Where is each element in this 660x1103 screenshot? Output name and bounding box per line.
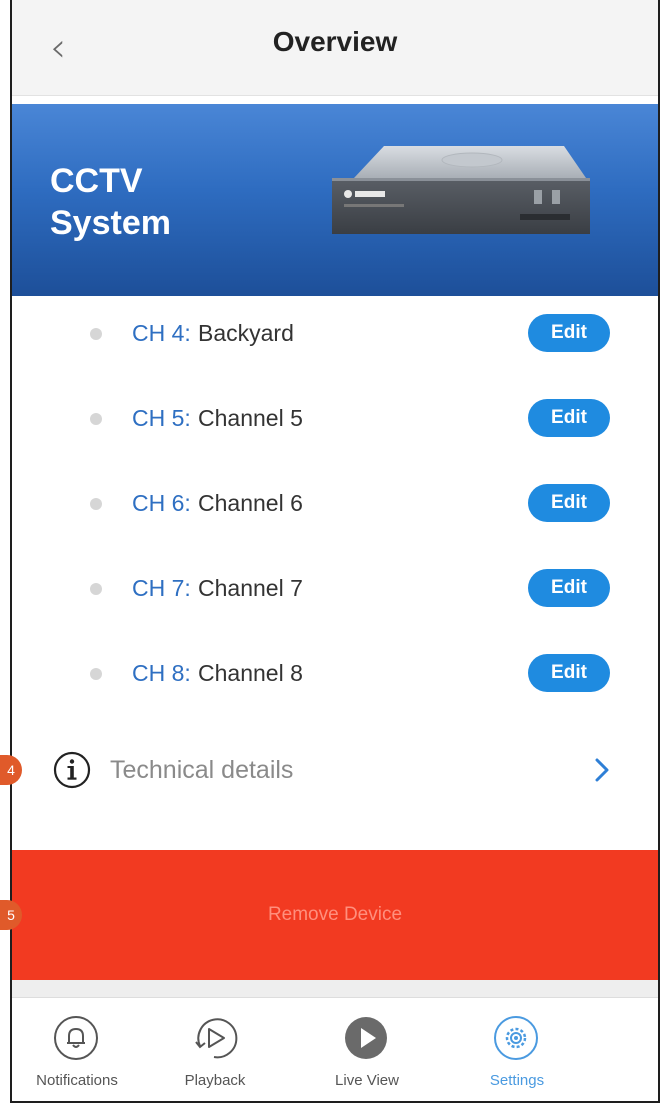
device-title-line1: CCTV (50, 162, 143, 200)
channel-name: Backyard (198, 320, 294, 346)
app-screen: ‹ Overview CCTV System CH 4: Backyard Ed… (10, 0, 660, 1103)
edit-channel-button[interactable]: Edit (528, 484, 610, 522)
nav-label: Playback (184, 1072, 246, 1089)
technical-details-row[interactable]: Technical details (12, 740, 658, 800)
device-banner: CCTV System (12, 104, 658, 296)
device-title: CCTV System (50, 160, 250, 244)
status-dot (90, 583, 102, 595)
channel-number: CH 7: (132, 575, 191, 601)
channel-name: Channel 8 (198, 660, 303, 686)
edit-channel-button[interactable]: Edit (528, 399, 610, 437)
edit-channel-button[interactable]: Edit (528, 314, 610, 352)
nav-label: Live View (335, 1072, 399, 1089)
status-dot (90, 498, 102, 510)
remove-device-button[interactable]: Remove Device (12, 850, 658, 980)
channel-row: CH 6: Channel 6 Edit (12, 474, 658, 534)
nav-settings[interactable]: Settings (452, 1006, 582, 1096)
chevron-right-icon (595, 758, 609, 782)
channel-row: CH 7: Channel 7 Edit (12, 559, 658, 619)
bottom-nav: Notifications Playback Live View Setting… (12, 998, 658, 1101)
channel-number: CH 8: (132, 660, 191, 686)
channel-name: Channel 7 (198, 575, 303, 601)
device-title-line2: System (50, 204, 171, 242)
channel-number: CH 5: (132, 405, 191, 431)
channel-name: Channel 6 (198, 490, 303, 516)
status-dot (90, 668, 102, 680)
playback-icon (195, 1018, 238, 1059)
channel-row: CH 4: Backyard Edit (12, 304, 658, 364)
dvr-device-image (332, 146, 590, 234)
technical-details-label: Technical details (110, 756, 294, 784)
status-dot (90, 328, 102, 340)
edit-channel-button[interactable]: Edit (528, 654, 610, 692)
settings-icon (494, 1016, 538, 1060)
bell-icon (54, 1016, 98, 1060)
channel-name: Channel 5 (198, 405, 303, 431)
channel-number: CH 6: (132, 490, 191, 516)
nav-live-view[interactable]: Live View (302, 1006, 432, 1096)
nav-label: Notifications (36, 1072, 118, 1089)
channel-number: CH 4: (132, 320, 191, 346)
channel-row: CH 5: Channel 5 Edit (12, 389, 658, 449)
nav-playback[interactable]: Playback (150, 1006, 280, 1096)
status-dot (90, 413, 102, 425)
nav-label: Settings (489, 1072, 545, 1089)
live-view-icon (345, 1017, 387, 1059)
edit-channel-button[interactable]: Edit (528, 569, 610, 607)
info-icon (53, 751, 91, 789)
nav-notifications[interactable]: Notifications (12, 1006, 142, 1096)
channel-row: CH 8: Channel 8 Edit (12, 644, 658, 704)
page-title: Overview (272, 26, 398, 57)
top-bar: ‹ Overview (12, 0, 658, 96)
section-divider (12, 980, 658, 998)
